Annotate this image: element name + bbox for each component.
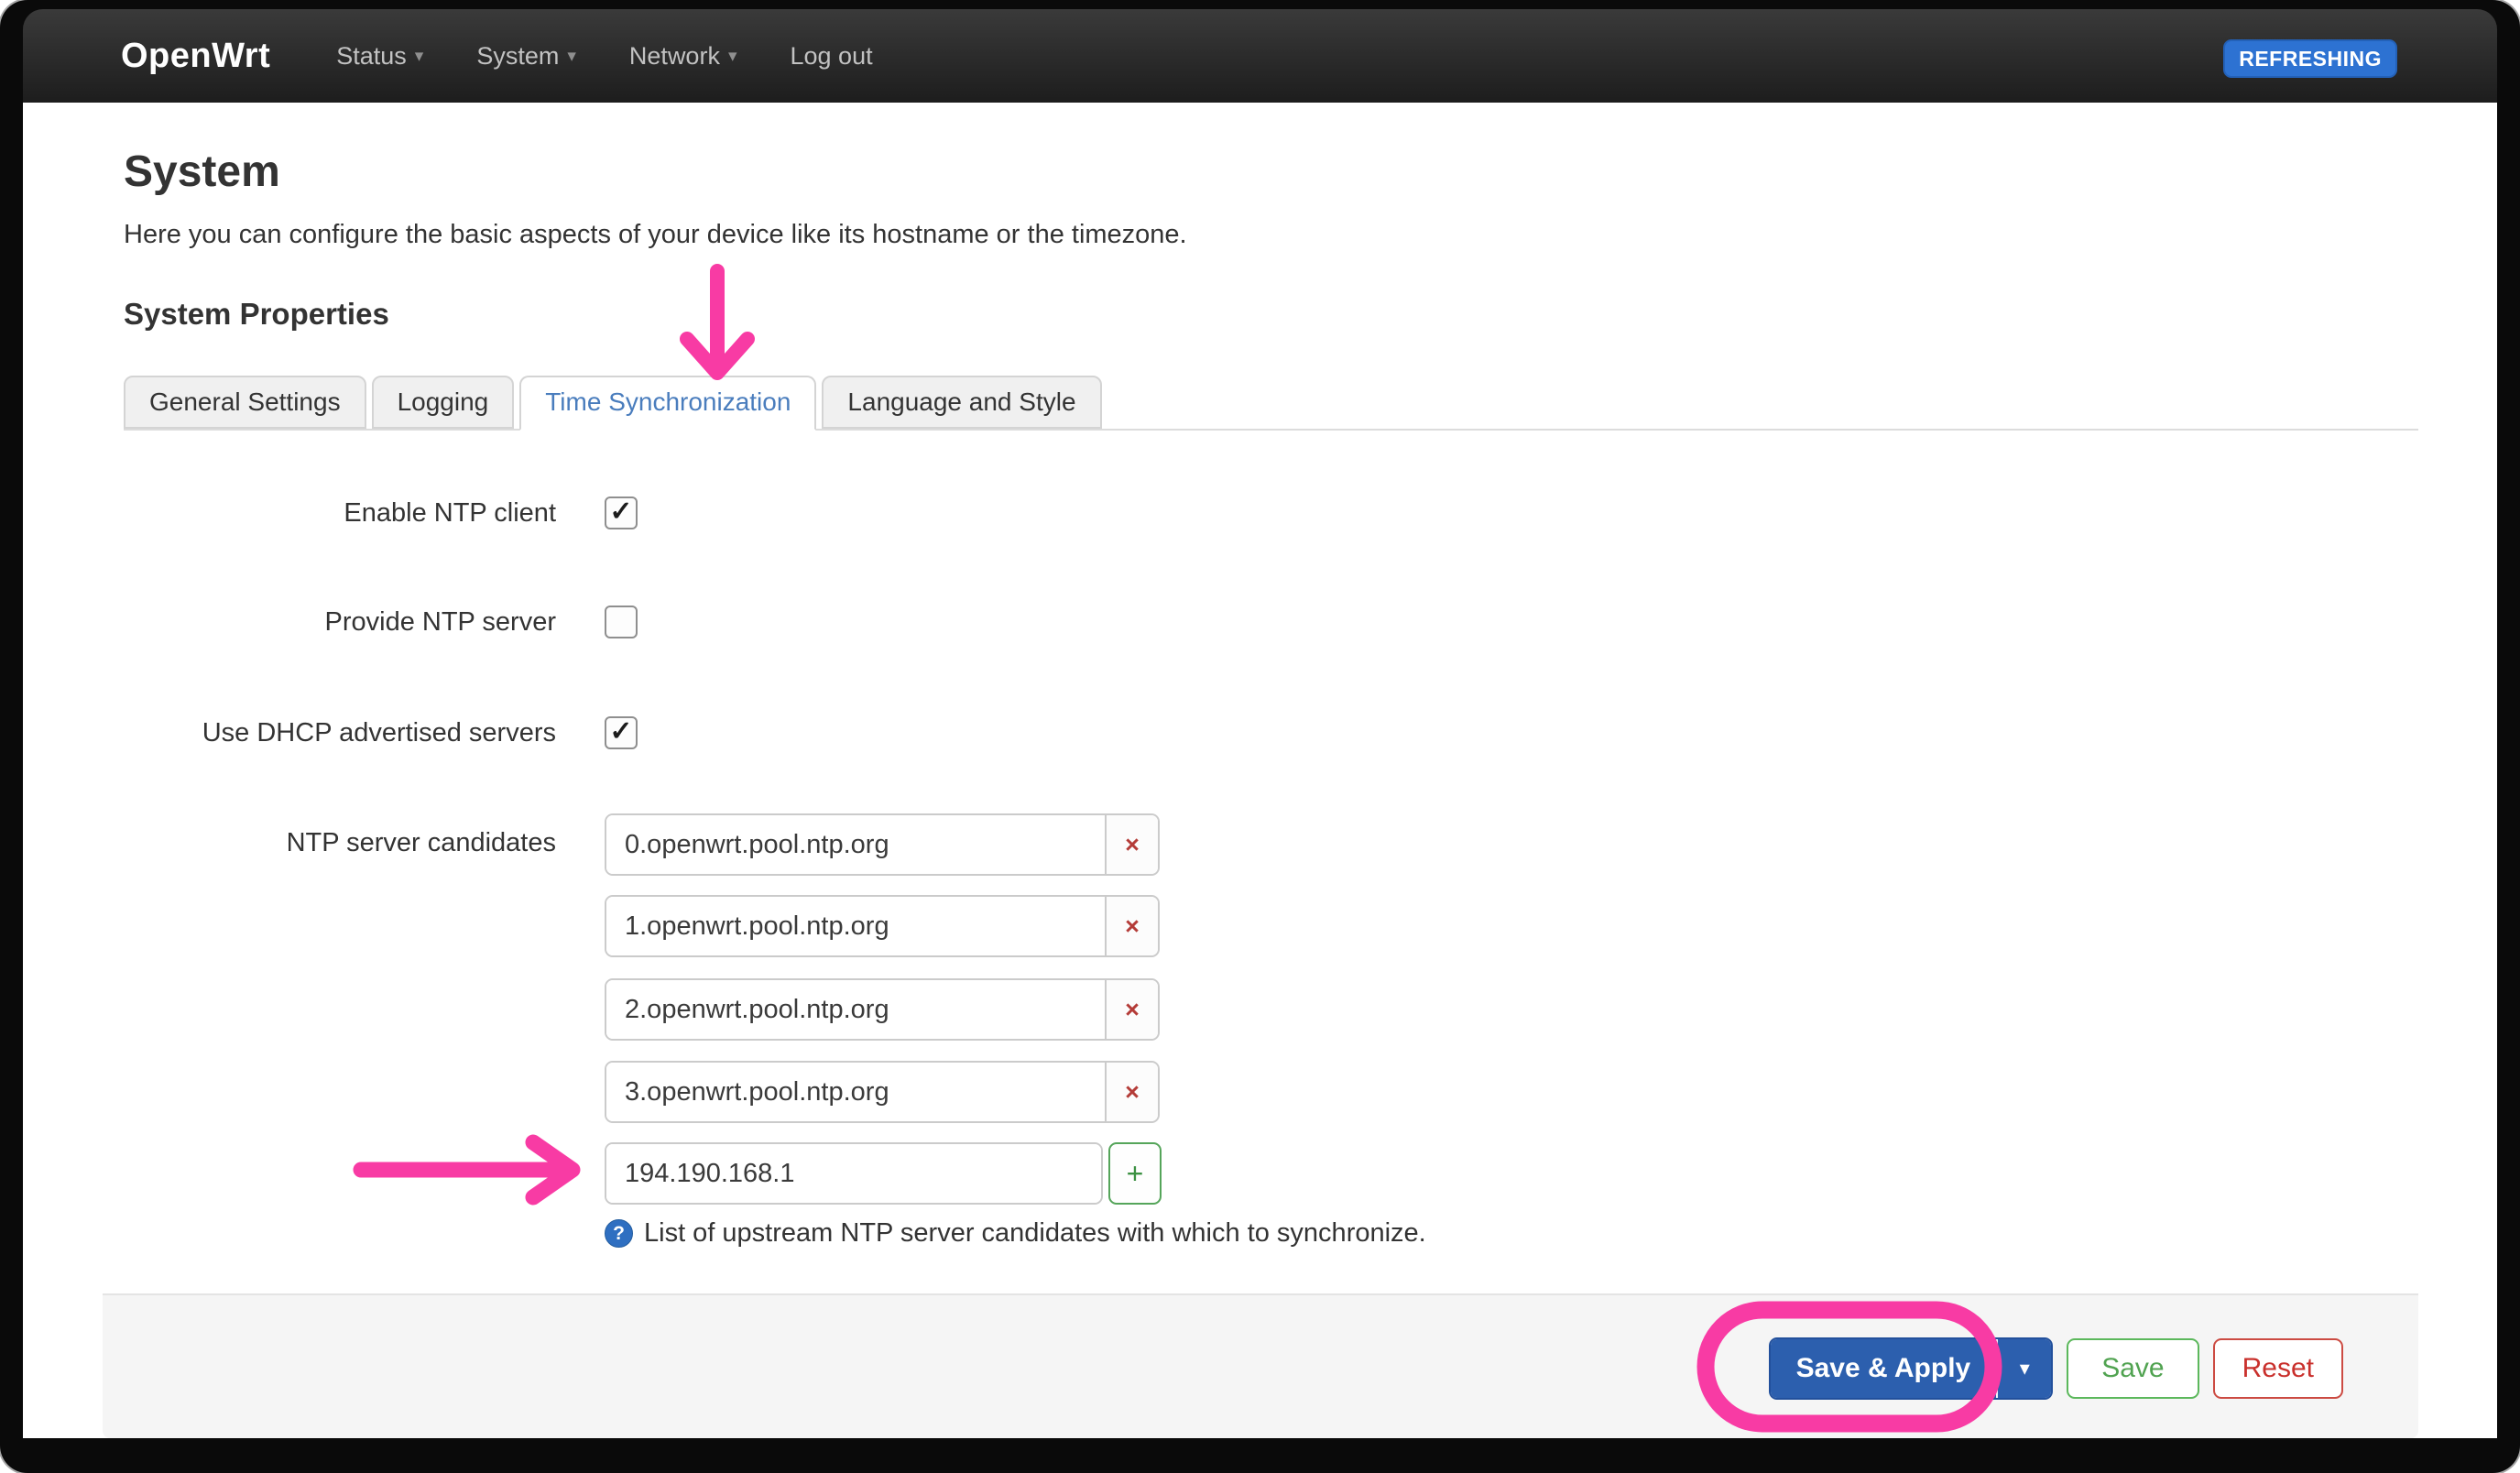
tab-bar: General Settings Logging Time Synchroniz… [124, 376, 1102, 429]
nav-item-label: Network [629, 42, 720, 71]
nav-item-label: Status [336, 42, 407, 71]
save-apply-button[interactable]: Save & Apply [1771, 1339, 1997, 1398]
action-bar: Save & Apply ▾ Save Reset [103, 1293, 2418, 1438]
nav-item-logout[interactable]: Log out [791, 42, 873, 71]
nav-item-system[interactable]: System ▾ [476, 42, 576, 71]
nav-item-label: System [476, 42, 559, 71]
page-description: Here you can configure the basic aspects… [124, 220, 1187, 250]
nav-menu: Status ▾ System ▾ Network ▾ Log out [336, 42, 872, 71]
chevron-down-icon: ▾ [415, 46, 424, 67]
remove-server-button[interactable]: × [1105, 1063, 1158, 1121]
page-content: System Here you can configure the basic … [23, 103, 2497, 1438]
ntp-candidate-row: × [605, 978, 1160, 1041]
field-row-use-dhcp-servers: Use DHCP advertised servers ✓ [124, 716, 638, 749]
save-apply-dropdown-caret[interactable]: ▾ [1996, 1339, 2051, 1398]
nav-item-network[interactable]: Network ▾ [629, 42, 737, 71]
ntp-server-input[interactable] [606, 1063, 1105, 1121]
help-text: List of upstream NTP server candidates w… [644, 1218, 1426, 1249]
top-navbar: OpenWrt Status ▾ System ▾ Network ▾ Log … [23, 9, 2497, 103]
chevron-down-icon: ▾ [728, 46, 737, 67]
save-apply-split-button: Save & Apply ▾ [1769, 1337, 2054, 1400]
add-server-button[interactable]: + [1108, 1142, 1162, 1205]
field-label: Enable NTP client [124, 498, 556, 529]
help-question-icon: ? [605, 1219, 633, 1248]
brand-logo[interactable]: OpenWrt [121, 37, 270, 76]
tab-time-synchronization[interactable]: Time Synchronization [519, 376, 816, 431]
nav-item-status[interactable]: Status ▾ [336, 42, 423, 71]
field-label: Use DHCP advertised servers [124, 718, 556, 748]
tab-underline [124, 429, 2418, 431]
ntp-candidate-row: × [605, 1061, 1160, 1123]
checkmark-icon: ✓ [609, 498, 632, 526]
action-buttons: Save & Apply ▾ Save Reset [1769, 1337, 2343, 1400]
ntp-server-input[interactable] [606, 980, 1105, 1039]
provide-ntp-server-checkbox[interactable] [605, 606, 638, 638]
refreshing-status-badge[interactable]: REFRESHING [2223, 39, 2397, 78]
tab-logging[interactable]: Logging [372, 376, 515, 429]
openwrt-admin-screenshot: OpenWrt Status ▾ System ▾ Network ▾ Log … [0, 0, 2520, 1473]
remove-server-button[interactable]: × [1105, 897, 1158, 955]
remove-server-button[interactable]: × [1105, 815, 1158, 874]
nav-item-label: Log out [791, 42, 873, 71]
section-title: System Properties [124, 297, 389, 332]
checkmark-icon: ✓ [609, 718, 632, 746]
enable-ntp-client-checkbox[interactable]: ✓ [605, 496, 638, 529]
chevron-down-icon: ▾ [567, 46, 576, 67]
page-title: System [124, 147, 280, 197]
tab-general-settings[interactable]: General Settings [124, 376, 366, 429]
ntp-server-input-new[interactable] [606, 1144, 1101, 1203]
reset-button[interactable]: Reset [2213, 1338, 2343, 1399]
field-row-provide-ntp-server: Provide NTP server [124, 606, 638, 638]
ntp-server-input[interactable] [606, 897, 1105, 955]
ntp-candidate-row: × [605, 895, 1160, 957]
use-dhcp-advertised-servers-checkbox[interactable]: ✓ [605, 716, 638, 749]
field-help: ? List of upstream NTP server candidates… [605, 1218, 1426, 1249]
ntp-server-input[interactable] [606, 815, 1105, 874]
ntp-candidate-row: × [605, 813, 1160, 876]
ntp-candidate-row-new: + [605, 1142, 1162, 1205]
field-row-enable-ntp-client: Enable NTP client ✓ [124, 496, 638, 529]
ntp-candidates-label: NTP server candidates [124, 828, 556, 858]
save-button[interactable]: Save [2067, 1338, 2198, 1399]
remove-server-button[interactable]: × [1105, 980, 1158, 1039]
field-label: Provide NTP server [124, 607, 556, 638]
tab-language-and-style[interactable]: Language and Style [822, 376, 1101, 429]
